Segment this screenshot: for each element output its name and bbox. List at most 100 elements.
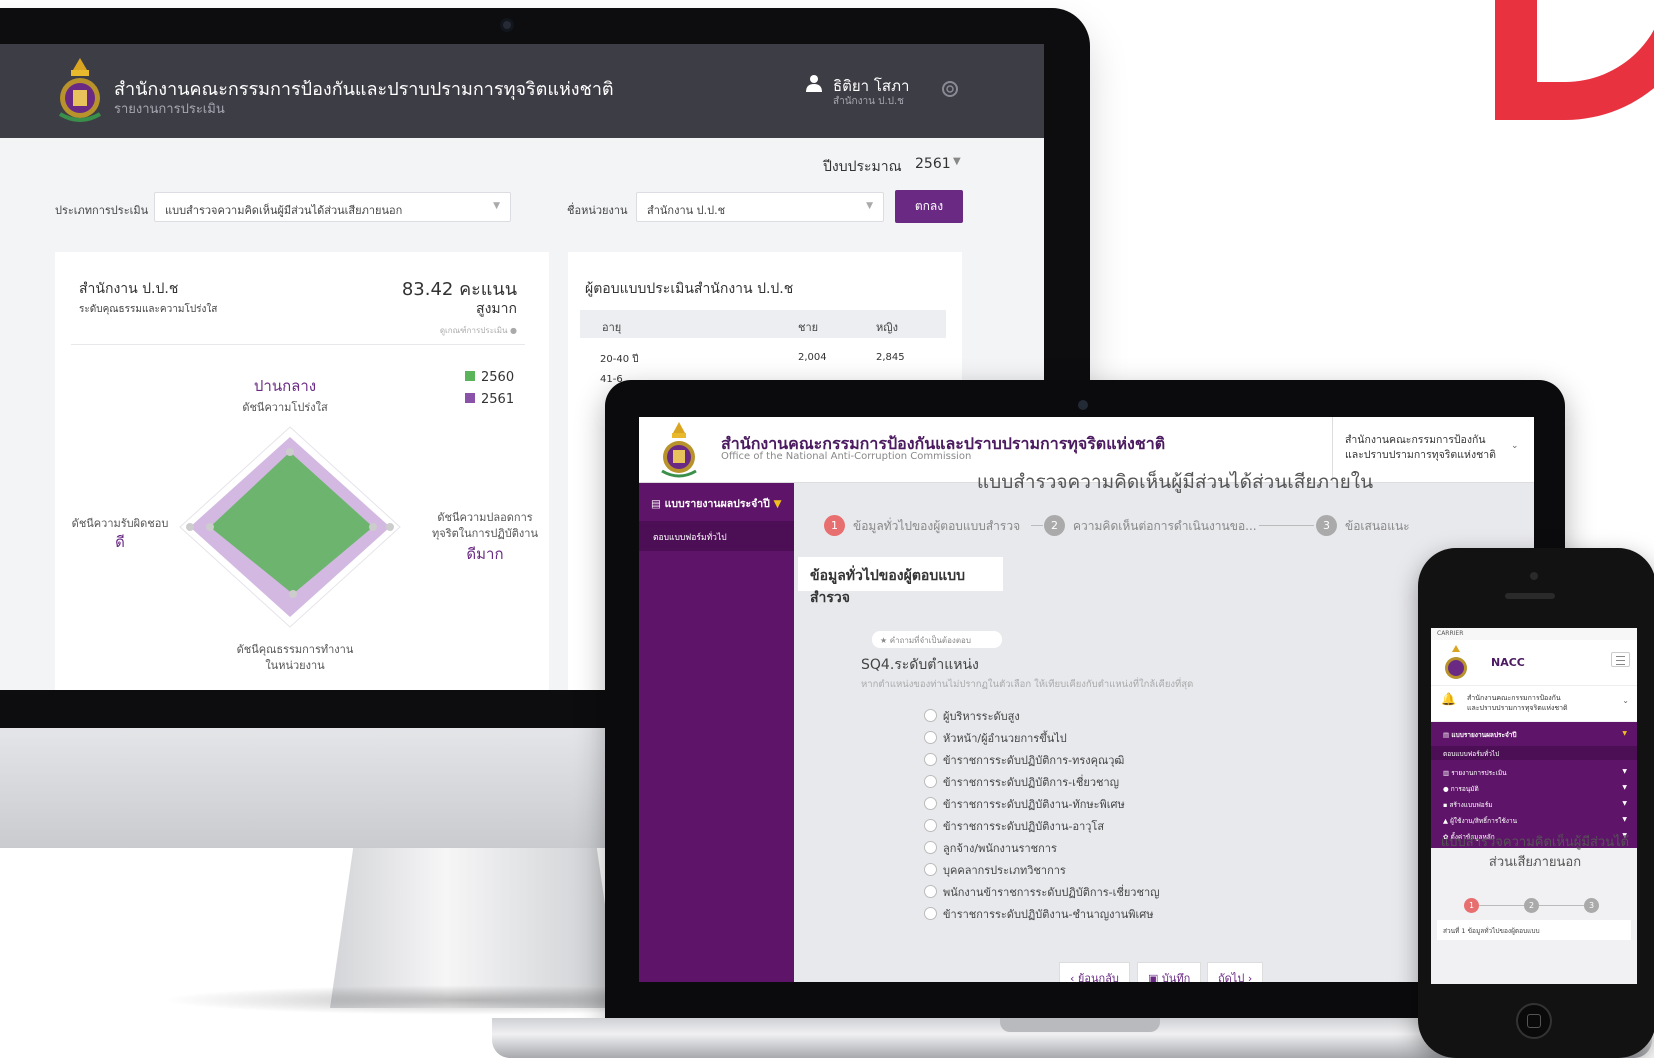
dashboard-subtitle: รายงานการประเมิน (114, 102, 225, 117)
radar-bottom-label-2: ในหน่วยงาน (265, 659, 325, 672)
chevron-down-icon[interactable]: ⌄ (1511, 441, 1519, 451)
step-1-circle[interactable]: 1 (824, 515, 845, 536)
phone-menu-item[interactable]: ▥ รายงานการประเมิน (1443, 768, 1507, 778)
chevron-down-icon[interactable]: ▼ (953, 156, 961, 167)
nacc-emblem-icon (1445, 645, 1467, 679)
radio-button[interactable] (924, 863, 937, 876)
home-square-icon (1527, 1014, 1541, 1028)
assessment-type-select[interactable]: แบบสำรวจความคิดเห็นผู้มีส่วนได้ส่วนเสียภ… (154, 192, 511, 222)
step-1-label[interactable]: ข้อมูลทั่วไปของผู้ตอบแบบสำรวจ (853, 517, 1020, 536)
assessment-type-value: แบบสำรวจความคิดเห็นผู้มีส่วนได้ส่วนเสียภ… (165, 204, 403, 217)
radio-button[interactable] (924, 797, 937, 810)
option-label: หัวหน้า/ผู้อำนวยการขึ้นไป (943, 732, 1067, 745)
option-radio[interactable]: ข้าราชการระดับปฏิบัติงาน-ชำนาญงานพิเศษ (924, 905, 1154, 923)
option-radio[interactable]: หัวหน้า/ผู้อำนวยการขึ้นไป (924, 729, 1067, 747)
phone-menu-label: รายงานการประเมิน (1451, 769, 1507, 777)
criteria-link-text: ดูเกณฑ์การประเมิน (439, 326, 508, 335)
phone-menu-label: ผู้ใช้งาน/สิทธิ์การใช้งาน (1450, 817, 1518, 825)
star-icon: ★ (880, 636, 888, 645)
option-radio[interactable]: ผู้บริหารระดับสูง (924, 707, 1020, 725)
phone-menu-item[interactable]: ตอบแบบฟอร์มทั่วไป (1443, 749, 1499, 759)
step-2-circle[interactable]: 2 (1044, 515, 1065, 536)
legend-label: 2561 (481, 392, 515, 407)
form-title: แบบสำรวจความคิดเห็นผู้มีส่วนได้ส่วนเสียภ… (976, 471, 1374, 493)
radio-button[interactable] (924, 841, 937, 854)
table-cell-age: 20-40 ปี (600, 354, 639, 365)
info-icon: ● (510, 326, 517, 335)
step-3-label[interactable]: ข้อเสนอแนะ (1345, 517, 1410, 536)
next-button[interactable]: ถัดไป › (1207, 962, 1264, 982)
year-select[interactable]: 2561 (915, 156, 951, 172)
option-radio[interactable]: บุคคลากรประเภทวิชาการ (924, 861, 1066, 879)
legend-item-2561: 2561 (465, 392, 514, 407)
phone-navbar: NACC (1431, 640, 1637, 685)
imac-camera (500, 18, 514, 32)
phone-menu-label: การอนุมัติ (1450, 785, 1479, 793)
phone-step-2[interactable]: 2 (1524, 898, 1539, 913)
carrier-text: CARRIER (1437, 630, 1464, 637)
option-label: พนักงานข้าราชการระดับปฏิบัติการ-เชี่ยวชา… (943, 886, 1160, 899)
option-radio[interactable]: พนักงานข้าราชการระดับปฏิบัติการ-เชี่ยวชา… (924, 883, 1160, 901)
back-button[interactable]: ‹ ย้อนกลับ (1059, 962, 1130, 982)
radio-button[interactable] (924, 753, 937, 766)
option-radio[interactable]: ข้าราชการระดับปฏิบัติงาน-ทักษะพิเศษ (924, 795, 1125, 813)
radio-button[interactable] (924, 819, 937, 832)
option-label: ข้าราชการระดับปฏิบัติการ-ทรงคุณวุฒิ (943, 754, 1125, 767)
ok-button[interactable]: ตกลง (895, 190, 963, 223)
radar-right-label-2: ทุจริตในการปฏิบัติงาน (432, 527, 538, 540)
table-cell-male: 2,004 (798, 352, 827, 363)
hamburger-menu-icon[interactable] (1611, 652, 1630, 667)
chevron-down-icon[interactable]: ⌄ (1622, 696, 1629, 705)
unit-label: ชื่อหน่วยงาน (567, 204, 628, 217)
option-radio[interactable]: ข้าราชการระดับปฏิบัติการ-ทรงคุณวุฒิ (924, 751, 1124, 769)
save-button[interactable]: ▣ บันทึก (1137, 962, 1202, 982)
option-radio[interactable]: ข้าราชการระดับปฏิบัติการ-เชี่ยวชาญ (924, 773, 1119, 791)
org-line-2: และปราบปรามการทุจริตแห่งชาติ (1345, 449, 1496, 461)
respondents-title: ผู้ตอบแบบประเมินสำนักงาน ป.ป.ช (585, 281, 794, 297)
brand-logo-fragment (1495, 0, 1654, 120)
legend-label: 2560 (481, 370, 515, 385)
phone-step-1[interactable]: 1 (1464, 898, 1479, 913)
user-org: สำนักงาน ป.ป.ช (833, 96, 904, 107)
laptop-camera (1078, 400, 1088, 410)
phone-menu-item[interactable]: ● การอนุมัติ (1443, 784, 1479, 794)
sidebar-item-general-form[interactable]: ตอบแบบฟอร์มทั่วไป (639, 521, 794, 551)
org-selector[interactable]: สำนักงานคณะกรรมการป้องกัน และปราบปรามการ… (1345, 433, 1515, 463)
chevron-down-icon: ▼ (1622, 816, 1627, 823)
radar-point (386, 523, 394, 531)
phone-menu-item[interactable]: ▲ ผู้ใช้งาน/สิทธิ์การใช้งาน (1443, 816, 1517, 826)
option-radio[interactable]: ลูกจ้าง/พนักงานราชการ (924, 839, 1057, 857)
step-connector (1031, 525, 1043, 526)
legend-swatch (465, 371, 475, 381)
gear-icon[interactable] (939, 78, 961, 100)
option-label: ลูกจ้าง/พนักงานราชการ (943, 842, 1057, 855)
unit-select[interactable]: สำนักงาน ป.ป.ช ▼ (636, 192, 884, 222)
criteria-link[interactable]: ดูเกณฑ์การประเมิน ● (440, 324, 517, 337)
org-line-1: สำนักงานคณะกรรมการป้องกัน (1345, 434, 1486, 446)
assessment-type-label: ประเภทการประเมิน (55, 204, 149, 217)
step-2-label[interactable]: ความคิดเห็นต่อการดำเนินงานขอ... (1073, 517, 1257, 536)
sidebar-item-annual-report[interactable]: ▤ แบบรายงานผลประจำปี ▼ (639, 483, 794, 521)
option-radio[interactable]: ข้าราชการระดับปฏิบัติงาน-อาวุโส (924, 817, 1104, 835)
radio-button[interactable] (924, 709, 937, 722)
radio-button[interactable] (924, 907, 937, 920)
required-note-text: คำถามที่จำเป็นต้องตอบ (889, 636, 971, 645)
radio-button[interactable] (924, 775, 937, 788)
next-button-label: ถัดไป (1218, 972, 1245, 982)
radar-point (289, 590, 297, 598)
sidebar-item-label: แบบรายงานผลประจำปี (664, 498, 770, 510)
radar-top-value: ปานกลาง (253, 377, 317, 395)
radar-point (206, 523, 214, 531)
form-header-subtitle: Office of the National Anti-Corruption C… (721, 451, 972, 462)
phone-menu-item[interactable]: ▤ แบบรายงานผลประจำปี (1443, 730, 1517, 740)
phone-menu-item[interactable]: ▪ สร้างแบบฟอร์ม (1443, 800, 1493, 810)
question-hint: หากตำแหน่งของท่านไม่ปรากฏในตัวเลือก ให้เ… (861, 679, 1194, 690)
phone-org-line-2: และปราบปรามการทุจริตแห่งชาติ (1467, 704, 1568, 712)
phone-step-3[interactable]: 3 (1584, 898, 1599, 913)
bell-icon[interactable]: 🔔 (1441, 692, 1456, 706)
option-label: ข้าราชการระดับปฏิบัติงาน-ทักษะพิเศษ (943, 798, 1125, 811)
radio-button[interactable] (924, 885, 937, 898)
step-3-circle[interactable]: 3 (1316, 515, 1337, 536)
phone-org-selector[interactable]: 🔔 สำนักงานคณะกรรมการป้องกัน และปราบปรามก… (1431, 685, 1637, 721)
radio-button[interactable] (924, 731, 937, 744)
